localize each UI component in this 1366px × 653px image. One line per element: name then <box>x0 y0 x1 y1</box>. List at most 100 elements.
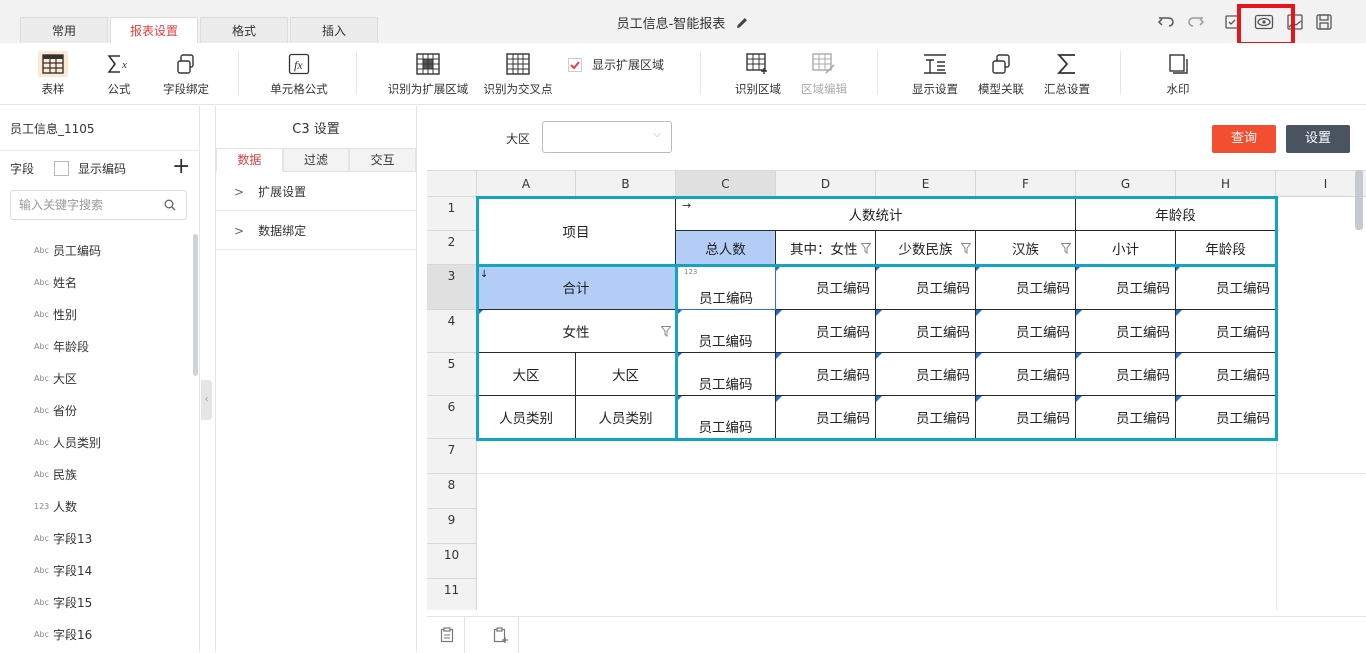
cell-h4[interactable]: 员工编码 <box>1176 310 1276 353</box>
identify-region-button[interactable]: 识别区域 <box>732 51 784 99</box>
corner-cell[interactable] <box>427 171 477 197</box>
cell-g5[interactable]: 员工编码 <box>1076 353 1176 396</box>
cell-age-group-header[interactable]: 年龄段 <box>1076 197 1276 231</box>
field-item[interactable]: Abc 大区 <box>34 362 184 394</box>
tab-format[interactable]: 格式 <box>200 17 288 43</box>
column-header[interactable]: H <box>1176 171 1276 197</box>
field-item[interactable]: Abc 省份 <box>34 394 184 426</box>
field-item[interactable]: Abc 字段15 <box>34 586 184 618</box>
field-item[interactable]: Abc 字段14 <box>34 554 184 586</box>
region-filter-select[interactable]: ⌵ <box>542 121 672 153</box>
data-binding-section[interactable]: > 数据绑定 <box>216 212 416 250</box>
cell-e4[interactable]: 员工编码 <box>876 310 976 353</box>
undo-icon[interactable] <box>1156 12 1176 32</box>
cell-e5[interactable]: 员工编码 <box>876 353 976 396</box>
row-header[interactable]: 9 <box>427 509 477 544</box>
cell-f6[interactable]: 员工编码 <box>976 396 1076 439</box>
model-link-button[interactable]: 模型关联 <box>975 51 1027 99</box>
cell-subtotal[interactable]: 小计 <box>1076 231 1176 265</box>
row-header[interactable]: 11 <box>427 579 477 610</box>
field-item[interactable]: Abc 民族 <box>34 458 184 490</box>
expand-settings-section[interactable]: > 扩展设置 <box>216 173 416 211</box>
search-icon[interactable] <box>164 199 176 214</box>
cell-f3[interactable]: 员工编码 <box>976 265 1076 310</box>
field-item[interactable]: Abc 员工编码 <box>34 234 184 266</box>
cell-project[interactable]: 项目 <box>477 197 676 265</box>
tab-filter[interactable]: 过滤 <box>282 148 350 172</box>
formula-button[interactable]: x 公式 <box>100 51 138 99</box>
column-header[interactable]: G <box>1076 171 1176 197</box>
filter-funnel-icon[interactable] <box>960 242 972 258</box>
tab-report-settings[interactable]: 报表设置 <box>110 17 198 43</box>
filter-funnel-icon[interactable] <box>1060 242 1072 258</box>
field-item[interactable]: Abc 性别 <box>34 298 184 330</box>
filter-funnel-icon[interactable] <box>660 325 672 341</box>
row-header[interactable]: 4 <box>427 310 477 353</box>
row-header[interactable]: 10 <box>427 544 477 579</box>
row-header[interactable]: 3 <box>427 265 477 310</box>
column-header[interactable]: D <box>776 171 876 197</box>
cell-ethnic-minority[interactable]: 少数民族 <box>876 231 976 265</box>
spreadsheet-grid[interactable]: A B C D E F G H I 1 2 3 4 5 6 7 8 9 10 1… <box>427 170 1366 610</box>
cell-han[interactable]: 汉族 <box>976 231 1076 265</box>
add-field-plus-icon[interactable]: + <box>172 154 190 179</box>
cell-region-b[interactable]: 大区 <box>576 353 676 396</box>
cell-female[interactable]: 女性 <box>477 310 676 353</box>
column-header[interactable]: E <box>876 171 976 197</box>
field-search-input[interactable] <box>11 191 151 219</box>
show-expand-area-checkbox[interactable]: 显示扩展区域 <box>568 56 664 73</box>
row-header[interactable]: 7 <box>427 439 477 474</box>
cell-d4[interactable]: 员工编码 <box>776 310 876 353</box>
cell-c4[interactable]: 员工编码 <box>676 310 776 353</box>
cell-c3-selected[interactable]: 123 员工编码 <box>676 265 776 310</box>
filter-funnel-icon[interactable] <box>860 242 872 258</box>
cell-of-which-female[interactable]: 其中：女性 <box>776 231 876 265</box>
row-header[interactable]: 8 <box>427 474 477 509</box>
row-header[interactable]: 5 <box>427 353 477 396</box>
cell-g4[interactable]: 员工编码 <box>1076 310 1176 353</box>
settings-button[interactable]: 设置 <box>1286 125 1350 153</box>
cell-staff-type-b[interactable]: 人员类别 <box>576 396 676 439</box>
tab-insert[interactable]: 插入 <box>290 17 378 43</box>
edit-title-pencil-icon[interactable] <box>735 16 749 34</box>
tab-data[interactable]: 数据 <box>216 148 283 172</box>
watermark-button[interactable]: 水印 <box>1158 51 1198 99</box>
field-item[interactable]: Abc 字段13 <box>34 522 184 554</box>
column-header[interactable]: C <box>676 171 776 197</box>
cell-d5[interactable]: 员工编码 <box>776 353 876 396</box>
show-code-checkbox[interactable] <box>54 161 70 176</box>
identify-cross-point-button[interactable]: 识别为交叉点 <box>481 51 555 99</box>
cell-h3[interactable]: 员工编码 <box>1176 265 1276 310</box>
field-bind-button[interactable]: 字段绑定 <box>160 51 212 99</box>
field-item[interactable]: Abc 字段16 <box>34 618 184 650</box>
field-item[interactable]: Abc 年龄段 <box>34 330 184 362</box>
query-button[interactable]: 查询 <box>1212 125 1276 153</box>
collapse-panel-chevron-left-icon[interactable]: ‹ <box>201 380 212 420</box>
identify-expand-region-button[interactable]: 识别为扩展区域 <box>385 51 471 99</box>
cell-g3[interactable]: 员工编码 <box>1076 265 1176 310</box>
region-edit-button[interactable]: 区域编辑 <box>798 51 850 99</box>
cell-total[interactable]: ↓ 合计 <box>477 265 676 310</box>
add-sheet-icon[interactable] <box>483 617 519 653</box>
tab-common[interactable]: 常用 <box>20 17 108 43</box>
cell-e6[interactable]: 员工编码 <box>876 396 976 439</box>
cell-e3[interactable]: 员工编码 <box>876 265 976 310</box>
cell-h6[interactable]: 员工编码 <box>1176 396 1276 439</box>
field-item[interactable]: 123 人数 <box>34 490 184 522</box>
cell-region-a[interactable]: 大区 <box>477 353 576 396</box>
cell-f4[interactable]: 员工编码 <box>976 310 1076 353</box>
table-style-button[interactable]: 表样 <box>36 51 70 99</box>
cell-h5[interactable]: 员工编码 <box>1176 353 1276 396</box>
cell-g6[interactable]: 员工编码 <box>1076 396 1176 439</box>
field-item[interactable]: Abc 姓名 <box>34 266 184 298</box>
save-icon[interactable] <box>1314 12 1334 32</box>
sheet-list-icon[interactable] <box>429 617 465 653</box>
cell-c6[interactable]: 员工编码 <box>676 396 776 439</box>
field-item[interactable]: Abc 人员类别 <box>34 426 184 458</box>
cell-c5[interactable]: 员工编码 <box>676 353 776 396</box>
cell-age-group[interactable]: 年龄段 <box>1176 231 1276 265</box>
row-header[interactable]: 6 <box>427 396 477 439</box>
row-header[interactable]: 2 <box>427 231 477 265</box>
column-header[interactable]: I <box>1276 171 1366 197</box>
tab-interaction[interactable]: 交互 <box>349 148 417 172</box>
